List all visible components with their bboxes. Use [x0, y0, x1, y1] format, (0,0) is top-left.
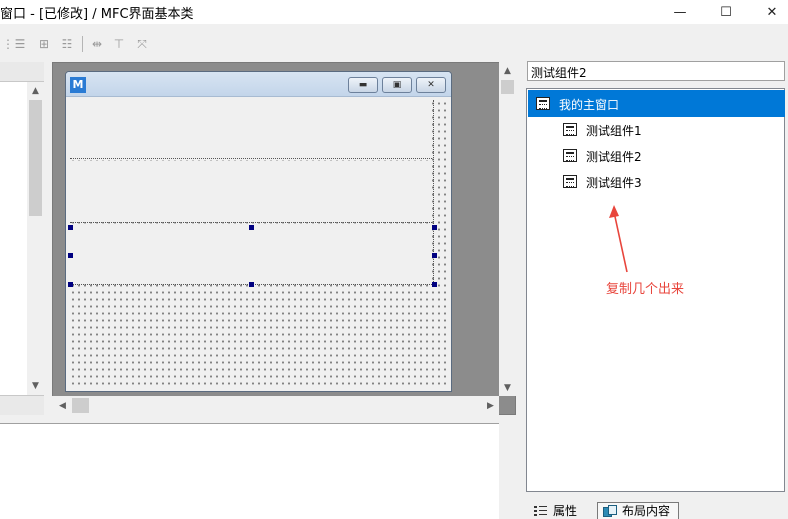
left-scroll-thumb[interactable] — [29, 100, 42, 216]
selection-handle[interactable] — [249, 282, 254, 287]
tree-item-label: 测试组件2 — [586, 150, 642, 164]
tree-icon[interactable]: ☷ — [59, 36, 75, 52]
component-1-region[interactable] — [70, 100, 432, 160]
left-pane-footer — [0, 395, 44, 415]
properties-icon — [534, 505, 547, 516]
component-icon — [563, 149, 577, 162]
tree-item-component-3[interactable]: 测试组件3 — [528, 169, 785, 195]
component-2-region[interactable] — [70, 164, 432, 222]
tab-properties-label: 属性 — [553, 504, 578, 518]
component-2-border-top — [70, 222, 432, 223]
list-icon[interactable]: ☰ — [12, 36, 28, 52]
canvas-vertical-scrollbar[interactable] — [499, 62, 516, 396]
toolbar-separator — [82, 36, 83, 52]
form-titlebar: M ▬ ▣ ✕ — [66, 72, 451, 97]
selection-handle[interactable] — [249, 225, 254, 230]
window-title: 窗口 - [已修改] / MFC界面基本类 — [0, 7, 194, 22]
distribute-icon[interactable]: ⇹ — [89, 36, 105, 52]
canvas-horizontal-thumb[interactable] — [72, 398, 89, 413]
canvas-scroll-left-icon[interactable]: ◀ — [54, 397, 71, 414]
tree-item-label: 测试组件3 — [586, 176, 642, 190]
canvas-scroll-right-icon[interactable]: ▶ — [482, 397, 499, 414]
left-pane-header — [0, 62, 44, 82]
tab-properties[interactable]: 属性 — [534, 502, 577, 519]
window-titlebar: 窗口 - [已修改] / MFC界面基本类 — ☐ ✕ — [0, 0, 788, 24]
selection-handle[interactable] — [432, 282, 437, 287]
form-maximize-button[interactable]: ▣ — [382, 77, 412, 93]
selection-handle[interactable] — [68, 225, 73, 230]
tree-item-label: 我的主窗口 — [559, 98, 620, 112]
canvas-vertical-thumb[interactable] — [501, 80, 514, 94]
tab-layout[interactable]: 布局内容 — [603, 502, 670, 519]
tree-item-component-2[interactable]: 测试组件2 — [528, 143, 785, 169]
tree-item-component-1[interactable]: 测试组件1 — [528, 117, 785, 143]
annotation-arrow-icon — [609, 205, 628, 273]
selected-component-name[interactable]: 测试组件2 — [527, 61, 785, 81]
window-icon — [536, 97, 550, 110]
maximize-button[interactable]: ☐ — [706, 0, 746, 24]
close-button[interactable]: ✕ — [752, 0, 788, 24]
output-vertical-scrollbar[interactable] — [499, 423, 516, 519]
component-3-region[interactable] — [70, 226, 432, 282]
output-pane[interactable] — [0, 423, 516, 519]
canvas-scroll-down-icon[interactable]: ▼ — [499, 379, 516, 396]
resize-icon[interactable]: ⤧ — [134, 36, 150, 52]
grid-icon[interactable]: ⊞ — [36, 36, 52, 52]
form-minimize-button[interactable]: ▬ — [348, 77, 378, 93]
tree-item-root[interactable]: 我的主窗口 — [528, 90, 785, 117]
form-close-button[interactable]: ✕ — [416, 77, 446, 93]
form-logo-icon: M — [70, 77, 86, 93]
canvas-scroll-up-icon[interactable]: ▲ — [499, 62, 516, 79]
selection-handle[interactable] — [68, 253, 73, 258]
selection-handle[interactable] — [432, 225, 437, 230]
layout-icon — [603, 504, 617, 517]
component-1-border — [70, 158, 432, 159]
minimize-button[interactable]: — — [660, 0, 700, 24]
component-icon — [563, 175, 577, 188]
tab-layout-label: 布局内容 — [622, 504, 671, 518]
text-height-icon[interactable]: ⊤ — [111, 36, 127, 52]
annotation-text: 复制几个出来 — [606, 282, 685, 297]
scroll-up-arrow-icon[interactable]: ▲ — [27, 82, 44, 99]
selection-handle[interactable] — [68, 282, 73, 287]
selection-handle[interactable] — [432, 253, 437, 258]
canvas-horizontal-scrollbar[interactable] — [52, 396, 499, 415]
designed-form-window[interactable]: M ▬ ▣ ✕ — [65, 71, 452, 392]
tree-item-label: 测试组件1 — [586, 124, 642, 138]
scroll-down-arrow-icon[interactable]: ▼ — [27, 377, 44, 394]
component-icon — [563, 123, 577, 136]
